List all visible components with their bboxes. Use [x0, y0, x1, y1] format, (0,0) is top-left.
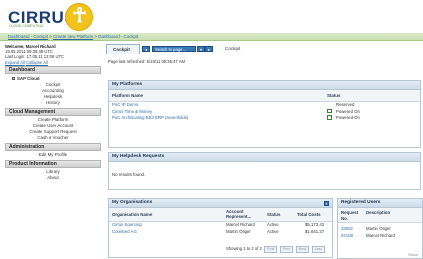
- table-row[interactable]: PoC Archiscaling EE3 ERP (sevenfolds) Po…: [109, 115, 420, 122]
- collapse-all-link[interactable]: Collapse All: [26, 60, 48, 65]
- show-more-link[interactable]: Show: [408, 252, 418, 257]
- col-status[interactable]: Status: [327, 93, 340, 98]
- pager-text: Showing 1 to 2 of 2: [226, 246, 262, 251]
- sidebar-item-about[interactable]: About: [5, 175, 101, 181]
- status-icon: [327, 108, 332, 113]
- org-rep: Marcel Richard: [226, 222, 255, 227]
- col-request-no[interactable]: No.: [341, 216, 348, 221]
- sidebar-item-create-user-account[interactable]: Create User Account: [5, 123, 101, 129]
- request-desc: Martin Otiger: [366, 226, 391, 231]
- sidebar-item-create-platform[interactable]: Create Platform: [5, 117, 101, 123]
- org-link[interactable]: Cirrus Sourcing: [112, 222, 142, 228]
- helpdesk-title: My Helpdesk Requests: [109, 153, 420, 162]
- org-rep: Martin Otiger: [226, 228, 251, 234]
- user-info: Welcome, Marcel Richard 19.05.2011 09:35…: [5, 44, 101, 65]
- request-desc: Marcel Richard: [366, 232, 395, 238]
- platform-link[interactable]: Cirrus Time & Money: [112, 109, 152, 115]
- sidebar-item-accounting[interactable]: Accounting: [5, 88, 101, 94]
- registered-users-panel: Registered Users Request No. Description…: [337, 198, 423, 259]
- breadcrumb-item[interactable]: Create new Platform: [53, 34, 93, 39]
- sidebar-item-create-support-request[interactable]: Create Support Request: [5, 129, 101, 135]
- platforms-panel: My Platforms Platform Name Status PoC IP…: [108, 80, 421, 148]
- organisations-panel: My Organisations ▪ Organisation Name Acc…: [108, 198, 333, 258]
- registered-users-title: Registered Users: [338, 199, 422, 208]
- pager-last-button[interactable]: Last: [311, 246, 325, 253]
- breadcrumb-current: Dashboard - Cockpit: [98, 34, 139, 39]
- tab-cockpit-secondary[interactable]: Cockpit: [221, 44, 240, 54]
- person-icon: ☥: [72, 5, 87, 27]
- tab-prev-button[interactable]: ◂: [142, 46, 151, 52]
- panel-menu-icon[interactable]: ▪: [324, 201, 329, 206]
- col-total-costs[interactable]: Total Costs: [297, 212, 321, 217]
- helpdesk-panel: My Helpdesk Requests No results found.: [108, 152, 421, 190]
- org-total: $5,173.42: [305, 222, 325, 227]
- platforms-title: My Platforms: [109, 81, 420, 90]
- expand-all-link[interactable]: Expand All: [5, 60, 25, 65]
- collapse-icon[interactable]: [12, 77, 15, 80]
- breadcrumb-item[interactable]: Dashboard - Cockpit: [8, 34, 48, 39]
- sidebar-cloud-management-header[interactable]: Cloud Management: [5, 108, 101, 116]
- request-link[interactable]: 02108: [341, 233, 353, 239]
- platform-status: Powered On: [336, 108, 360, 114]
- col-request[interactable]: Request: [341, 210, 358, 215]
- registered-users-header: Request No. Description: [338, 208, 422, 223]
- org-link[interactable]: Coreitred AG: [112, 229, 137, 235]
- sidebar-item-helpdesk[interactable]: Helpdesk: [5, 94, 101, 100]
- sidebar-product-information-header[interactable]: Product Information: [5, 160, 101, 168]
- pager: Showing 1 to 2 of 2 First Prev Next Last: [226, 246, 325, 253]
- sidebar-administration-header[interactable]: Administration: [5, 143, 101, 151]
- pager-first-button[interactable]: First: [264, 246, 278, 253]
- chevron-down-icon[interactable]: ▾: [197, 46, 206, 52]
- pager-prev-button[interactable]: Prev: [279, 246, 294, 253]
- sidebar-item-library[interactable]: Library: [5, 169, 101, 175]
- table-row[interactable]: 02108 Marcel Richard: [338, 233, 422, 240]
- org-status: Active: [267, 228, 279, 234]
- tab-cockpit[interactable]: Cockpit: [106, 44, 140, 54]
- table-row[interactable]: Coreitred AG Martin Otiger Active $1,641…: [109, 229, 332, 236]
- tab-bar: Cockpit ◂ Switch to page... ▾ ▸ Cockpit: [106, 44, 276, 54]
- page-refresh-text: Page last refreshed: 5/19/11 09:35:47 AM: [108, 59, 185, 64]
- sidebar-item-edit-profile[interactable]: Edit My Profile: [5, 152, 101, 158]
- helpdesk-empty: No results found.: [112, 172, 146, 177]
- tab-next-button[interactable]: ▸: [205, 46, 214, 52]
- logo-tagline: CLOUD COMPUTING: [9, 24, 44, 28]
- request-link[interactable]: 23052: [341, 226, 353, 232]
- org-status: Active: [267, 222, 279, 227]
- organisations-header: Organisation Name Account Represent... S…: [109, 208, 332, 222]
- platform-link[interactable]: PoC IP Demo: [112, 102, 138, 108]
- col-account-rep[interactable]: Account Represent...: [226, 209, 264, 219]
- switch-page-dropdown[interactable]: Switch to page...: [152, 46, 196, 52]
- status-icon: [327, 115, 332, 120]
- platform-status: Powered On: [336, 115, 360, 120]
- col-description[interactable]: Description: [366, 210, 390, 215]
- sidebar-item-history[interactable]: History: [5, 100, 101, 106]
- col-org-status[interactable]: Status: [267, 212, 280, 217]
- sidebar-dashboard-header[interactable]: Dashboard: [5, 66, 101, 74]
- breadcrumb: Dashboard - Cockpit > Create new Platfor…: [8, 34, 139, 39]
- col-org-name[interactable]: Organisation Name: [112, 212, 152, 217]
- pager-next-button[interactable]: Next: [295, 246, 310, 253]
- org-total: $1,641.37: [305, 228, 325, 234]
- sidebar-item-cockpit[interactable]: Cockpit: [5, 82, 101, 88]
- col-platform-name[interactable]: Platform Name: [112, 93, 143, 98]
- organisations-title: My Organisations ▪: [109, 199, 332, 208]
- sidebar-group-sap-cloud[interactable]: SAP Cloud: [5, 76, 101, 82]
- platform-status: Reserved: [336, 102, 355, 107]
- platforms-header: Platform Name Status: [109, 90, 420, 102]
- sidebar-item-cash-voucher[interactable]: Cash a Voucher: [5, 135, 101, 141]
- platform-link[interactable]: PoC Archiscaling EE3 ERP (sevenfolds): [112, 115, 188, 121]
